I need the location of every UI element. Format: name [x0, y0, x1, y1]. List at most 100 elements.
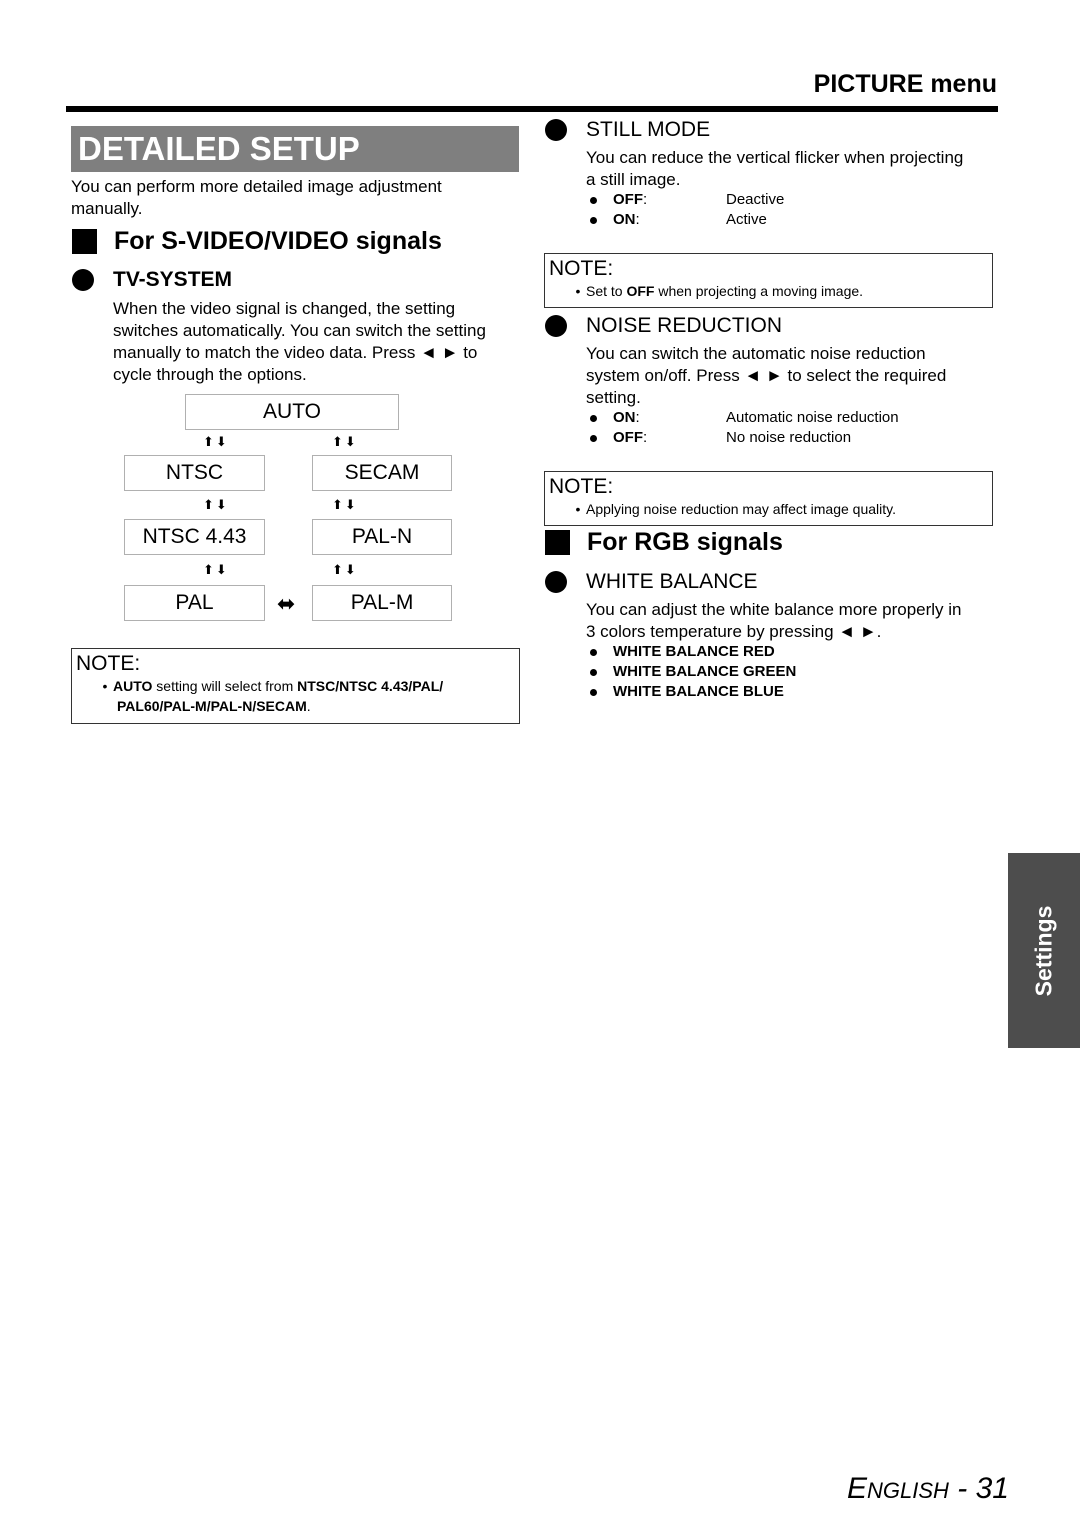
side-tab-label: Settings: [1030, 905, 1057, 996]
circle-bullet-icon: [545, 119, 567, 141]
subheading-text: WHITE BALANCE: [586, 570, 758, 593]
bullet-icon: •: [575, 283, 581, 299]
tv-system-option-ntsc443: NTSC 4.43: [124, 519, 265, 555]
footer-lang-initial: E: [847, 1472, 868, 1505]
option-value: Deactive: [726, 191, 785, 208]
note-bullet: • Set to OFF when projecting a moving im…: [545, 281, 992, 301]
option-key: OFF: [613, 191, 643, 208]
section-heading-rgb: For RGB signals: [545, 528, 783, 557]
note-bold: NTSC/NTSC 4.43/PAL/: [297, 678, 444, 694]
note-title: NOTE:: [549, 257, 614, 280]
tv-system-option-pal: PAL: [124, 585, 265, 621]
bullet-icon: [590, 217, 597, 224]
list-item-text: WHITE BALANCE BLUE: [613, 683, 784, 700]
option-key: OFF: [613, 429, 643, 446]
option-key: ON: [613, 211, 636, 228]
option-key: ON: [613, 409, 636, 426]
bullet-icon: [590, 435, 597, 442]
option-row: ON: Automatic noise reduction: [586, 408, 899, 428]
note-text: Applying noise reduction may affect imag…: [586, 501, 896, 517]
subheading-white-balance: WHITE BALANCE: [545, 570, 758, 594]
bullet-icon: [590, 197, 597, 204]
description-line: You can switch the automatic noise reduc…: [586, 344, 926, 363]
note-noise-reduction: NOTE: • Applying noise reduction may aff…: [544, 471, 993, 526]
section-header-title: PICTURE menu: [813, 70, 997, 98]
circle-bullet-icon: [545, 571, 567, 593]
note-title: NOTE:: [76, 652, 141, 675]
option-value: Active: [726, 211, 767, 228]
note-plain: setting will select from: [152, 678, 298, 694]
square-bullet-icon: [545, 530, 570, 555]
note-bullet: • Applying noise reduction may affect im…: [545, 499, 992, 519]
list-item-text: WHITE BALANCE GREEN: [613, 663, 797, 680]
bullet-icon: [590, 669, 597, 676]
note-bold: AUTO: [113, 678, 153, 694]
description-line: You can adjust the white balance more pr…: [586, 600, 962, 619]
circle-bullet-icon: [72, 269, 94, 291]
bullet-icon: •: [102, 678, 108, 694]
note-bullet: • AUTO setting will select from NTSC/NTS…: [72, 676, 519, 696]
side-tab-settings: Settings: [1008, 853, 1080, 1048]
list-item-text: WHITE BALANCE RED: [613, 643, 775, 660]
white-balance-items: WHITE BALANCE RED WHITE BALANCE GREEN WH…: [586, 642, 796, 702]
subheading-text: STILL MODE: [586, 118, 711, 141]
note-plain: Set to: [586, 283, 627, 299]
footer-lang-rest: NGLISH: [867, 1478, 949, 1503]
description-line: a still image.: [586, 170, 681, 189]
description-line: cycle through the options.: [113, 365, 307, 384]
page-footer: ENGLISH - 31: [847, 1472, 1009, 1506]
subheading-text: NOISE REDUCTION: [586, 314, 783, 337]
header-rule: [66, 106, 998, 112]
option-value: Automatic noise reduction: [726, 409, 899, 426]
footer-separator: -: [948, 1472, 976, 1505]
updown-arrows-icon: ⬆⬇: [203, 497, 229, 512]
subheading-noise-reduction: NOISE REDUCTION: [545, 314, 782, 338]
bullet-icon: [590, 689, 597, 696]
subheading-text: TV-SYSTEM: [113, 268, 233, 291]
description-line: switches automatically. You can switch t…: [113, 321, 486, 340]
bullet-icon: •: [575, 501, 581, 517]
subheading-still-mode: STILL MODE: [545, 118, 710, 142]
description-line: You can reduce the vertical flicker when…: [586, 148, 964, 167]
note-text: Set to OFF when projecting a moving imag…: [586, 281, 863, 301]
list-item: WHITE BALANCE BLUE: [586, 682, 796, 702]
still-mode-options: OFF: Deactive ON: Active: [586, 190, 784, 230]
tv-system-option-palm: PAL-M: [312, 585, 452, 621]
description-line: When the video signal is changed, the se…: [113, 299, 456, 318]
tv-system-description: When the video signal is changed, the se…: [113, 298, 523, 386]
subheading-tv-system: TV-SYSTEM: [72, 268, 232, 292]
tv-system-option-paln: PAL-N: [312, 519, 452, 555]
noise-reduction-options: ON: Automatic noise reduction OFF: No no…: [586, 408, 899, 448]
note-tv-system: NOTE: • AUTO setting will select from NT…: [71, 648, 520, 724]
still-mode-description: You can reduce the vertical flicker when…: [586, 147, 1006, 191]
note-text: AUTO setting will select from NTSC/NTSC …: [113, 676, 443, 696]
option-row: OFF: Deactive: [586, 190, 784, 210]
leftright-arrow-icon: ⬌: [277, 591, 296, 616]
tv-system-option-secam: SECAM: [312, 455, 452, 491]
option-value: No noise reduction: [726, 429, 852, 446]
description-line: 3 colors temperature by pressing ◄ ►.: [586, 622, 882, 641]
updown-arrows-icon: ⬆⬇: [332, 434, 358, 449]
option-row: ON: Active: [586, 210, 784, 230]
section-heading-svideo: For S-VIDEO/VIDEO signals: [72, 227, 442, 256]
updown-arrows-icon: ⬆⬇: [203, 562, 229, 577]
note-plain: when projecting a moving image.: [654, 283, 864, 299]
note-title: NOTE:: [549, 475, 614, 498]
updown-arrows-icon: ⬆⬇: [332, 497, 358, 512]
section-heading-text: For S-VIDEO/VIDEO signals: [114, 227, 442, 255]
description-line: setting.: [586, 388, 641, 407]
note-bold: PAL60/PAL-M/PAL-N/SECAM: [117, 698, 307, 714]
intro-text: You can perform more detailed image adju…: [71, 177, 442, 218]
note-plain: .: [306, 698, 311, 714]
white-balance-description: You can adjust the white balance more pr…: [586, 599, 1006, 643]
page-title: DETAILED SETUP: [71, 126, 519, 172]
description-line: system on/off. Press ◄ ► to select the r…: [586, 366, 947, 385]
note-bold: OFF: [626, 283, 655, 299]
note-still-mode: NOTE: • Set to OFF when projecting a mov…: [544, 253, 993, 308]
section-heading-text: For RGB signals: [587, 528, 783, 556]
noise-reduction-description: You can switch the automatic noise reduc…: [586, 343, 1006, 409]
updown-arrows-icon: ⬆⬇: [332, 562, 358, 577]
tv-system-option-ntsc: NTSC: [124, 455, 265, 491]
updown-arrows-icon: ⬆⬇: [203, 434, 229, 449]
bullet-icon: [590, 649, 597, 656]
